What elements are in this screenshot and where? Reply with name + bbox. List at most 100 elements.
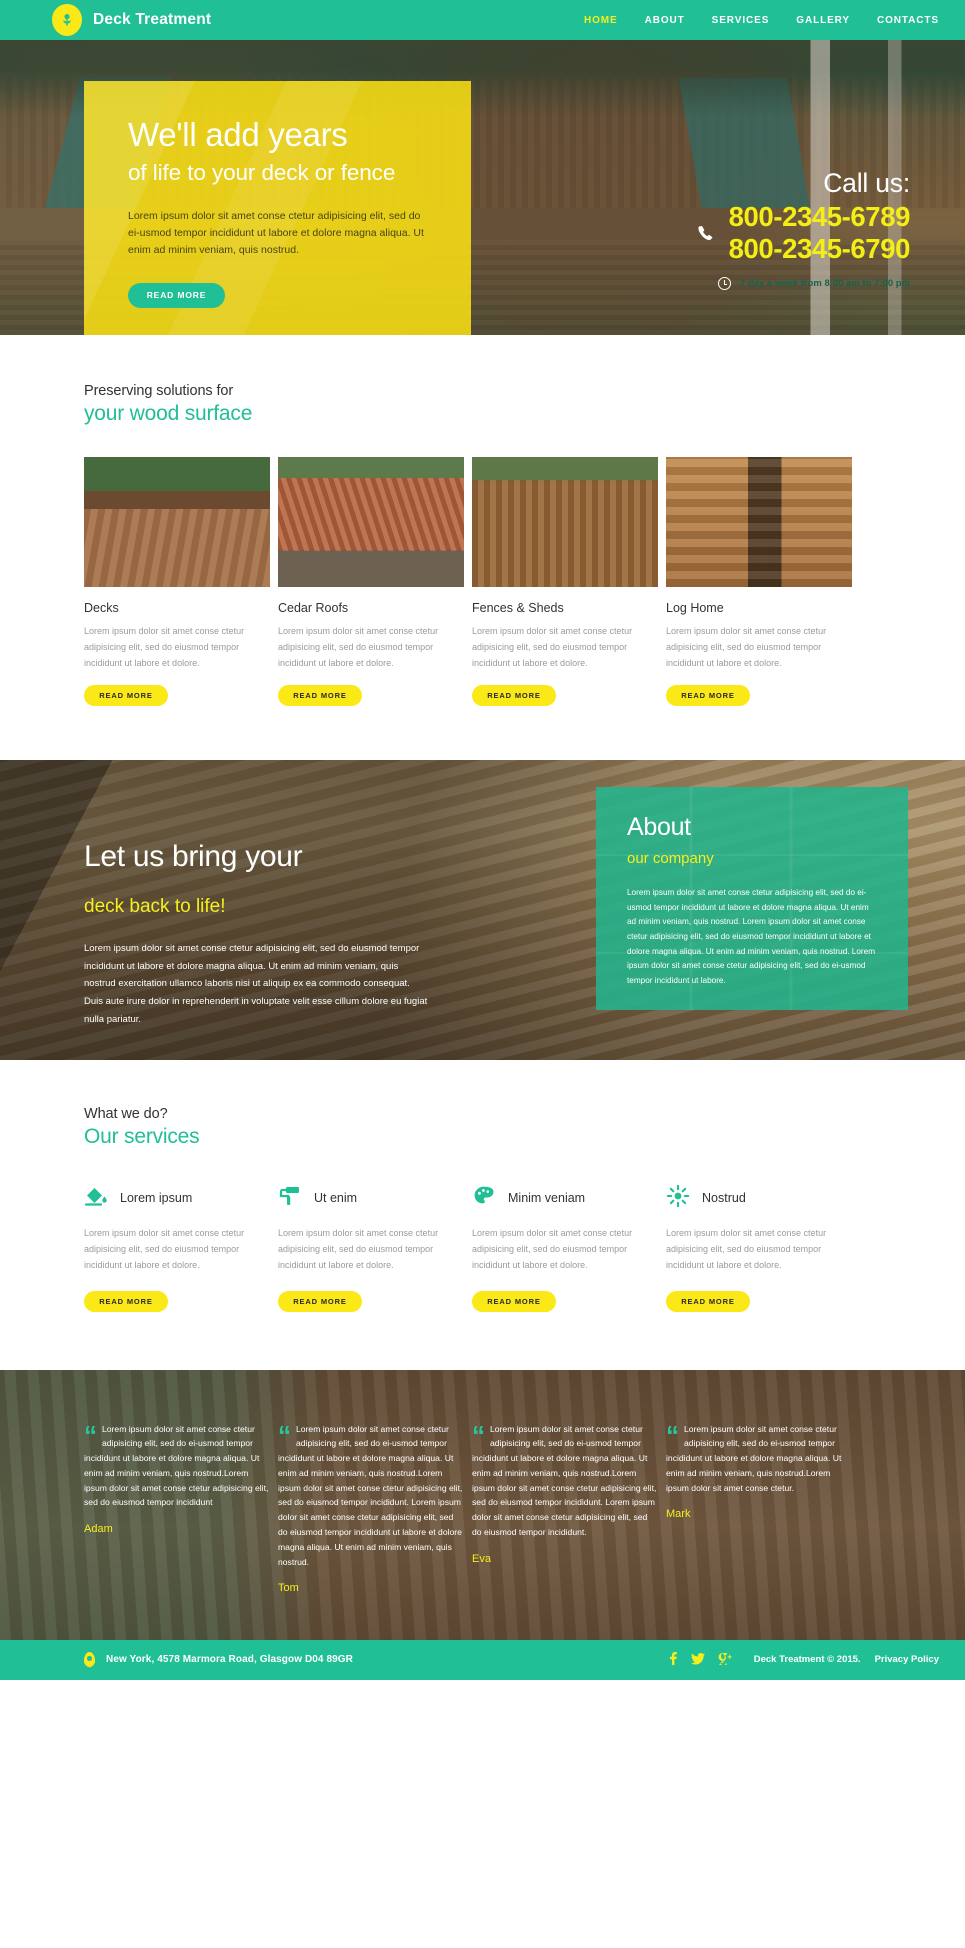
footer-address: New York, 4578 Marmora Road, Glasgow D04…: [106, 1654, 353, 1665]
card-read-more-button[interactable]: READ MORE: [84, 685, 168, 707]
nav-item-home[interactable]: HOME: [584, 15, 618, 26]
about-panel-subheading: our company: [627, 850, 714, 868]
map-pin-icon: [84, 1652, 95, 1667]
service-name: Ut enim: [314, 1191, 358, 1206]
about-company-panel: About our company Lorem ipsum dolor sit …: [596, 787, 908, 1011]
call-us-title: Call us:: [823, 168, 910, 198]
clock-icon: [717, 276, 731, 290]
services-title: Our services: [84, 1125, 200, 1149]
service-head: Ut enim: [278, 1183, 464, 1213]
testimonial-author: Eva: [472, 1552, 491, 1565]
leaf-drop-icon: [52, 4, 82, 36]
testimonials-grid: “ Lorem ipsum dolor sit amet conse ctetu…: [0, 1370, 965, 1595]
phone-number-secondary[interactable]: 800-2345-6790: [729, 233, 911, 265]
hero-call-block: Call us: 800-2345-6789 800-2345-6790 7 d…: [480, 168, 910, 290]
solution-card-cedar-roofs: Cedar Roofs Lorem ipsum dolor sit amet c…: [278, 457, 464, 707]
testimonial-author: Mark: [666, 1508, 691, 1521]
service-read-more-button[interactable]: READ MORE: [278, 1290, 362, 1312]
card-read-more-button[interactable]: READ MORE: [666, 685, 750, 707]
palette-icon: [472, 1184, 496, 1213]
business-hours-row: 7 day a week from 8:00 am to 7:00 pm: [480, 276, 910, 290]
about-left-content: Let us bring your deck back to life! Lor…: [84, 840, 444, 1028]
about-panel-paragraph: Lorem ipsum dolor sit amet conse ctetur …: [627, 888, 876, 985]
about-panel-heading: About: [627, 813, 691, 842]
hero-paragraph: Lorem ipsum dolor sit amet conse ctetur …: [128, 209, 424, 257]
about-paragraph: Lorem ipsum dolor sit amet conse ctetur …: [84, 943, 428, 1025]
phone-numbers-row: 800-2345-6789 800-2345-6790: [480, 201, 910, 266]
card-title: Log Home: [666, 601, 724, 615]
cedar-roof-photo: [278, 457, 464, 587]
hero-heading: We'll add years: [128, 116, 348, 153]
service-name: Minim veniam: [508, 1191, 586, 1206]
hero-section: We'll add years of life to your deck or …: [0, 40, 965, 335]
quote-mark-icon: “: [278, 1419, 291, 1450]
twitter-icon[interactable]: [690, 1652, 705, 1667]
facebook-icon[interactable]: [667, 1652, 678, 1667]
quote-mark-icon: “: [84, 1419, 97, 1450]
testimonial-author: Adam: [84, 1523, 113, 1536]
card-title: Cedar Roofs: [278, 601, 349, 615]
brand-name: Deck Treatment: [93, 11, 212, 28]
hero-subheading: of life to your deck or fence: [128, 159, 396, 185]
card-read-more-button[interactable]: READ MORE: [472, 685, 556, 707]
service-name: Nostrud: [702, 1191, 746, 1206]
nav-item-contacts[interactable]: CONTACTS: [877, 15, 939, 26]
card-read-more-button[interactable]: READ MORE: [278, 685, 362, 707]
testimonial-card-tom: “ Lorem ipsum dolor sit amet conse ctetu…: [278, 1419, 464, 1595]
about-heading: Let us bring your: [84, 840, 303, 874]
testimonial-card-mark: “ Lorem ipsum dolor sit amet conse ctetu…: [666, 1422, 852, 1595]
google-plus-icon[interactable]: [718, 1652, 732, 1667]
testimonial-text: Lorem ipsum dolor sit amet conse ctetur …: [666, 1423, 842, 1493]
card-text: Lorem ipsum dolor sit amet conse ctetur …: [472, 626, 633, 668]
solutions-subtitle: Preserving solutions for: [84, 383, 234, 399]
service-item-minim-veniam: Minim veniam Lorem ipsum dolor sit amet …: [472, 1183, 658, 1312]
card-title: Decks: [84, 601, 119, 615]
paint-roller-icon: [278, 1184, 302, 1213]
phone-number-primary[interactable]: 800-2345-6789: [729, 201, 911, 233]
testimonial-author: Tom: [278, 1582, 299, 1595]
phone-icon: [696, 223, 716, 243]
service-text: Lorem ipsum dolor sit amet conse ctetur …: [84, 1228, 245, 1270]
hero-read-more-button[interactable]: READ MORE: [128, 282, 225, 308]
nav-item-gallery[interactable]: GALLERY: [796, 15, 850, 26]
service-name: Lorem ipsum: [120, 1191, 193, 1206]
service-item-ut-enim: Ut enim Lorem ipsum dolor sit amet conse…: [278, 1183, 464, 1312]
testimonial-text: Lorem ipsum dolor sit amet conse ctetur …: [278, 1423, 463, 1567]
service-read-more-button[interactable]: READ MORE: [84, 1290, 168, 1312]
solutions-card-grid: Decks Lorem ipsum dolor sit amet conse c…: [84, 457, 881, 707]
business-hours: 7 day a week from 8:00 am to 7:00 pm: [739, 277, 910, 289]
footer-address-block: New York, 4578 Marmora Road, Glasgow D04…: [84, 1652, 353, 1667]
sun-icon: [666, 1184, 690, 1213]
testimonial-card-adam: “ Lorem ipsum dolor sit amet conse ctetu…: [84, 1422, 270, 1595]
brand-logo[interactable]: Deck Treatment: [52, 4, 211, 36]
service-head: Minim veniam: [472, 1183, 658, 1213]
footer-right-block: Deck Treatment © 2015. Privacy Policy: [667, 1652, 939, 1667]
service-head: Lorem ipsum: [84, 1183, 270, 1213]
paint-bucket-icon: [84, 1184, 108, 1213]
nav-item-about[interactable]: ABOUT: [645, 15, 685, 26]
testimonial-text: Lorem ipsum dolor sit amet conse ctetur …: [84, 1423, 269, 1508]
service-head: Nostrud: [666, 1183, 852, 1213]
services-subtitle: What we do?: [84, 1106, 168, 1123]
service-read-more-button[interactable]: READ MORE: [472, 1290, 556, 1312]
hero-promo-panel: We'll add years of life to your deck or …: [84, 81, 471, 335]
solution-card-decks: Decks Lorem ipsum dolor sit amet conse c…: [84, 457, 270, 707]
deck-photo: [84, 457, 270, 587]
service-item-nostrud: Nostrud Lorem ipsum dolor sit amet conse…: [666, 1183, 852, 1312]
service-text: Lorem ipsum dolor sit amet conse ctetur …: [666, 1228, 827, 1270]
site-header: Deck Treatment HOME ABOUT SERVICES GALLE…: [0, 0, 965, 40]
solution-card-log-home: Log Home Lorem ipsum dolor sit amet cons…: [666, 457, 852, 707]
privacy-policy-link[interactable]: Privacy Policy: [875, 1654, 939, 1665]
solution-card-fences-sheds: Fences & Sheds Lorem ipsum dolor sit ame…: [472, 457, 658, 707]
solutions-title: your wood surface: [84, 402, 253, 425]
testimonial-text: Lorem ipsum dolor sit amet conse ctetur …: [472, 1423, 657, 1537]
services-grid: Lorem ipsum Lorem ipsum dolor sit amet c…: [84, 1183, 881, 1312]
testimonial-card-eva: “ Lorem ipsum dolor sit amet conse ctetu…: [472, 1422, 658, 1595]
service-read-more-button[interactable]: READ MORE: [666, 1290, 750, 1312]
card-text: Lorem ipsum dolor sit amet conse ctetur …: [84, 626, 245, 668]
service-text: Lorem ipsum dolor sit amet conse ctetur …: [278, 1228, 439, 1270]
card-title: Fences & Sheds: [472, 601, 564, 615]
testimonials-section: “ Lorem ipsum dolor sit amet conse ctetu…: [0, 1369, 965, 1640]
card-text: Lorem ipsum dolor sit amet conse ctetur …: [278, 626, 439, 668]
nav-item-services[interactable]: SERVICES: [712, 15, 770, 26]
